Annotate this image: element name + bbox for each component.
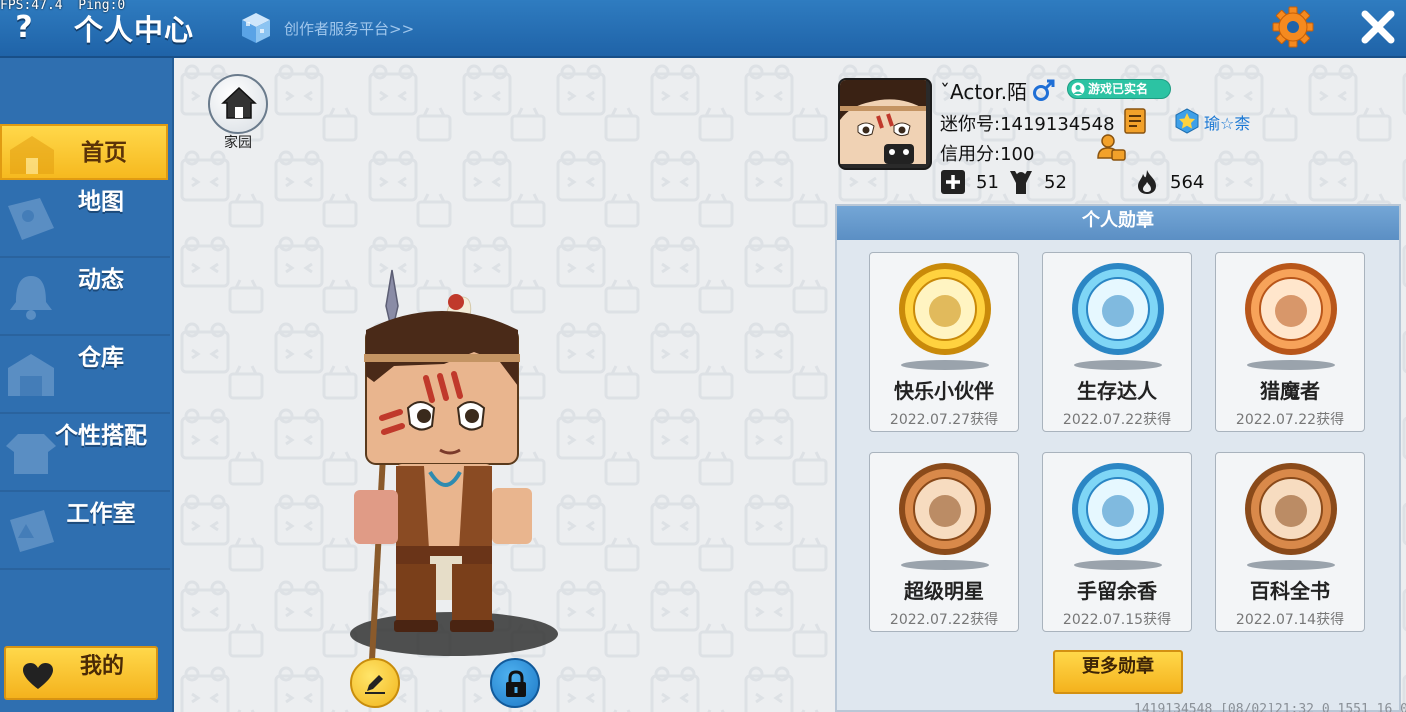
popularity-stat[interactable]: 564: [1134, 168, 1204, 196]
more-medals-button[interactable]: 更多勋章: [1053, 650, 1183, 694]
sidebar-item-label: 个性搭配: [55, 423, 147, 449]
friends-count: 51: [976, 171, 999, 193]
sidebar-item-label: 工作室: [66, 501, 136, 527]
medal-panel: 个人勋章 快乐小伙伴 2022.07.27获得 生存达人 2022.07.22获得 猎魔…: [835, 204, 1401, 712]
medal-card[interactable]: 快乐小伙伴 2022.07.27获得: [869, 252, 1019, 432]
homeland-button[interactable]: [208, 74, 268, 134]
sidebar-item-studio[interactable]: 工作室: [0, 494, 170, 570]
medal-name: 手留余香: [1077, 579, 1157, 603]
sidebar-item-label: 动态: [78, 267, 124, 293]
player-character[interactable]: [334, 266, 574, 666]
lock-icon: [506, 670, 526, 697]
edit-button[interactable]: [350, 658, 400, 708]
medal-name: 猎魔者: [1260, 379, 1320, 403]
medal-card[interactable]: 超级明星 2022.07.22获得: [869, 452, 1019, 632]
close-icon[interactable]: [1356, 5, 1400, 49]
medal-date: 2022.07.15获得: [1062, 612, 1172, 628]
medal-card[interactable]: 猎魔者 2022.07.22获得: [1215, 252, 1365, 432]
medal-date: 2022.07.22获得: [1235, 412, 1345, 428]
flame-icon: [1138, 170, 1156, 194]
avatar[interactable]: [838, 78, 932, 170]
cube-icon: [242, 13, 270, 43]
footer-build-info: 1419134548 [08/02]21:32 0_1551 16 0: [1134, 702, 1406, 712]
mine-button[interactable]: 我的: [4, 646, 158, 700]
credit-score: 信用分:100: [940, 144, 1035, 165]
medal-badge-icon: [899, 463, 991, 570]
sidebar-item-label: 首页: [81, 140, 127, 166]
help-button[interactable]: ?: [10, 10, 38, 46]
sidebar: 首页 地图 动态 仓库 个性搭配 工作室 我的: [0, 58, 174, 712]
sidebar-item-feed[interactable]: 动态: [0, 260, 170, 336]
plus-friend-icon: [941, 170, 965, 194]
sidebar-item-map[interactable]: 地图: [0, 182, 170, 258]
medal-card[interactable]: 生存达人 2022.07.22获得: [1042, 252, 1192, 432]
mine-button-label: 我的: [80, 654, 125, 679]
medal-date: 2022.07.27获得: [889, 412, 999, 428]
medal-badge-icon: [899, 263, 991, 370]
medal-date: 2022.07.22获得: [889, 612, 999, 628]
mini-id: 迷你号:1419134548: [940, 114, 1115, 135]
friend-request-icon[interactable]: [1096, 132, 1126, 162]
top-bar: ? FPS:47.4 Ping:0 个人中心 创作者服务平台>>: [0, 0, 1406, 58]
medal-card[interactable]: 百科全书 2022.07.14获得: [1215, 452, 1365, 632]
sidebar-item-home[interactable]: 首页: [0, 124, 168, 180]
house-icon: [221, 86, 257, 119]
medal-panel-title: 个人勋章: [837, 206, 1399, 240]
lock-button[interactable]: [490, 658, 540, 708]
verified-badge: 游戏已实名: [1067, 79, 1171, 99]
medal-date: 2022.07.14获得: [1235, 612, 1345, 628]
medal-name: 百科全书: [1250, 579, 1330, 603]
popularity-count: 564: [1170, 171, 1205, 193]
friends-stat[interactable]: 51: [940, 168, 999, 196]
pencil-icon: [365, 675, 385, 694]
main-area: 家园 ˇActor.陌 游戏已实名 迷你号:1419134548 瑜☆柰 信用分…: [174, 58, 1406, 712]
page-title: 个人中心: [74, 13, 195, 47]
sidebar-item-warehouse[interactable]: 仓库: [0, 338, 170, 414]
sidebar-item-label: 仓库: [78, 345, 124, 371]
avatar-portrait: [840, 80, 926, 164]
male-gender-icon: [1033, 79, 1055, 101]
verified-label: 游戏已实名: [1088, 82, 1149, 96]
fans-stat[interactable]: 52: [1008, 168, 1067, 196]
person-check-icon: [1071, 82, 1085, 96]
clan-name-link[interactable]: 瑜☆柰: [1204, 110, 1250, 134]
copy-icon[interactable]: [1124, 108, 1148, 134]
medal-badge-icon: [1245, 263, 1337, 370]
sidebar-item-label: 地图: [78, 189, 124, 215]
fans-icon: [1010, 171, 1032, 194]
medal-name: 生存达人: [1077, 379, 1157, 403]
medal-badge-icon: [1072, 463, 1164, 570]
medal-name: 快乐小伙伴: [894, 379, 994, 403]
homeland-label: 家园: [224, 135, 252, 151]
medal-date: 2022.07.22获得: [1062, 412, 1172, 428]
medal-name: 超级明星: [904, 579, 984, 603]
fans-count: 52: [1044, 171, 1067, 193]
sidebar-item-wardrobe[interactable]: 个性搭配: [0, 416, 170, 492]
clan-star-icon[interactable]: [1174, 108, 1200, 134]
creator-platform-label: 创作者服务平台>>: [284, 19, 415, 38]
medal-badge-icon: [1072, 263, 1164, 370]
creator-platform-link[interactable]: 创作者服务平台>>: [238, 10, 414, 46]
medal-badge-icon: [1245, 463, 1337, 570]
heart-icon: [23, 663, 53, 689]
medal-card[interactable]: 手留余香 2022.07.15获得: [1042, 452, 1192, 632]
gear-icon[interactable]: [1271, 5, 1315, 49]
player-name: ˇActor.陌: [940, 80, 1028, 104]
